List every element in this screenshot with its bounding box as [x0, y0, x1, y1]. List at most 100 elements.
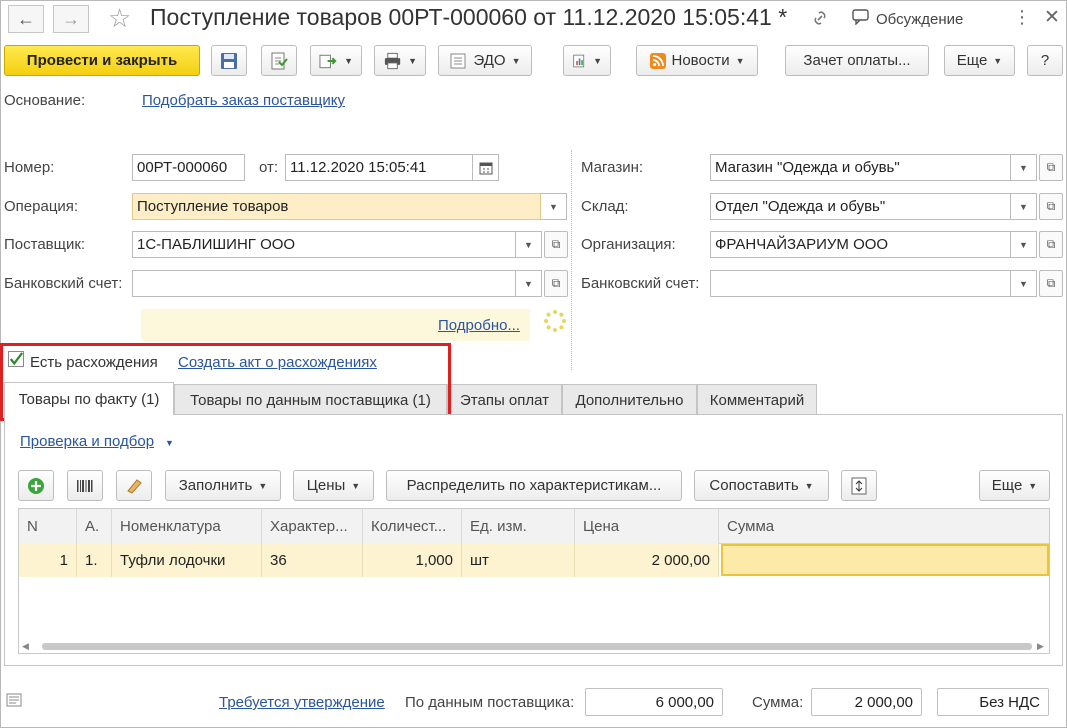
- organization-field[interactable]: ФРАНЧАЙЗАРИУМ ООО: [710, 231, 1011, 258]
- column-header-n[interactable]: N: [19, 509, 77, 544]
- select-supplier-order-link[interactable]: Подобрать заказ поставщику: [142, 92, 345, 109]
- forward-button[interactable]: →: [53, 5, 89, 33]
- cell-sum[interactable]: [721, 544, 1049, 576]
- approval-required-link[interactable]: Требуется утверждение: [219, 694, 385, 711]
- bank-account-open-button[interactable]: ⧉: [544, 270, 568, 297]
- column-header-nomenclature[interactable]: Номенклатура: [112, 509, 262, 544]
- scroll-right-icon[interactable]: ▶: [1037, 641, 1044, 652]
- column-header-characteristic[interactable]: Характер...: [262, 509, 363, 544]
- create-based-on-button[interactable]: ▼: [310, 45, 362, 76]
- post-button[interactable]: [261, 45, 297, 76]
- tab-goods-supplier[interactable]: Товары по данным поставщика (1): [174, 384, 447, 416]
- org-bank-account-dropdown[interactable]: ▼: [1011, 270, 1037, 297]
- distribute-by-characteristics-button[interactable]: Распределить по характеристикам...: [386, 470, 682, 501]
- close-icon[interactable]: ✕: [1044, 6, 1060, 29]
- supplier-dropdown[interactable]: ▼: [516, 231, 542, 258]
- bank-account-dropdown[interactable]: ▼: [516, 270, 542, 297]
- supplier-open-button[interactable]: ⧉: [544, 231, 568, 258]
- supplier-field[interactable]: 1С-ПАБЛИШИНГ ООО: [132, 231, 516, 258]
- calendar-button[interactable]: [473, 154, 499, 181]
- operation-field[interactable]: Поступление товаров: [132, 193, 541, 220]
- favorite-star-icon[interactable]: ☆: [108, 3, 131, 34]
- loading-spinner-icon: [543, 309, 567, 337]
- edo-label: ЭДО: [473, 52, 506, 69]
- sum-total: 2 000,00: [811, 688, 922, 716]
- chevron-down-icon[interactable]: ▼: [165, 438, 174, 448]
- chevron-down-icon: ▼: [804, 480, 814, 491]
- more-menu-icon[interactable]: ⋮: [1013, 7, 1031, 28]
- more-button[interactable]: Еще ▼: [944, 45, 1015, 76]
- org-bank-account-open-button[interactable]: ⧉: [1039, 270, 1063, 297]
- fill-button[interactable]: Заполнить ▼: [165, 470, 281, 501]
- warehouse-field[interactable]: Отдел "Одежда и обувь": [710, 193, 1011, 220]
- warehouse-open-button[interactable]: ⧉: [1039, 193, 1063, 220]
- discussion-label: Обсуждение: [876, 10, 964, 28]
- post-and-close-button[interactable]: Провести и закрыть: [4, 45, 200, 76]
- print-button[interactable]: ▼: [374, 45, 426, 76]
- cell-nomenclature: Туфли лодочки: [112, 543, 262, 577]
- post-document-icon: [271, 52, 288, 69]
- payment-offset-button[interactable]: Зачет оплаты...: [785, 45, 929, 76]
- chevron-down-icon: ▼: [1019, 239, 1028, 250]
- column-header-price[interactable]: Цена: [575, 509, 719, 544]
- report-icon: [573, 54, 585, 67]
- org-bank-account-field[interactable]: [710, 270, 1011, 297]
- discussion-button[interactable]: Обсуждение: [852, 9, 963, 29]
- table-row[interactable]: 1 1. Туфли лодочки 36 1,000 шт 2 000,00: [19, 543, 1049, 577]
- message-list-icon[interactable]: [6, 693, 22, 711]
- column-header-quantity[interactable]: Количест...: [363, 509, 462, 544]
- operation-label: Операция:: [4, 198, 79, 215]
- prices-label: Цены: [306, 477, 346, 494]
- discrepancy-checkbox[interactable]: [8, 351, 24, 367]
- tab-additional[interactable]: Дополнительно: [562, 384, 697, 416]
- goods-more-button[interactable]: Еще ▼: [979, 470, 1050, 501]
- add-row-button[interactable]: [18, 470, 54, 501]
- create-discrepancy-act-link[interactable]: Создать акт о расхождениях: [178, 354, 377, 371]
- store-field[interactable]: Магазин "Одежда и обувь": [710, 154, 1011, 181]
- news-button[interactable]: Новости ▼: [636, 45, 758, 76]
- operation-dropdown[interactable]: ▼: [541, 193, 567, 220]
- reports-button[interactable]: ▼: [563, 45, 611, 76]
- edo-icon: [450, 53, 466, 68]
- column-header-unit[interactable]: Ед. изм.: [462, 509, 575, 544]
- scroll-left-icon[interactable]: ◀: [22, 641, 29, 652]
- chevron-down-icon: ▼: [408, 55, 417, 66]
- link-icon[interactable]: [810, 8, 830, 33]
- column-header-sum[interactable]: Сумма: [719, 509, 1049, 544]
- number-field[interactable]: 00РТ-000060: [132, 154, 245, 181]
- tab-goods-actual[interactable]: Товары по факту (1): [4, 382, 174, 416]
- horizontal-scrollbar-thumb[interactable]: [42, 643, 1032, 650]
- back-button[interactable]: ←: [8, 5, 44, 33]
- chevron-down-icon: ▼: [351, 480, 361, 491]
- column-header-a[interactable]: А.: [77, 509, 112, 544]
- store-dropdown[interactable]: ▼: [1011, 154, 1037, 181]
- save-button[interactable]: [211, 45, 247, 76]
- vat-field[interactable]: Без НДС: [937, 688, 1049, 716]
- tab-comment[interactable]: Комментарий: [697, 384, 817, 416]
- pick-button[interactable]: [116, 470, 152, 501]
- date-label: от:: [259, 159, 279, 176]
- supplier-label: Поставщик:: [4, 236, 86, 253]
- store-open-button[interactable]: ⧉: [1039, 154, 1063, 181]
- help-button[interactable]: ?: [1027, 45, 1063, 76]
- barcode-button[interactable]: [67, 470, 103, 501]
- organization-dropdown[interactable]: ▼: [1011, 231, 1037, 258]
- check-and-select-link[interactable]: Проверка и подбор: [20, 433, 154, 450]
- tab-payment-stages[interactable]: Этапы оплат: [447, 384, 562, 416]
- bank-account-field[interactable]: [132, 270, 516, 297]
- open-window-icon: ⧉: [1046, 237, 1056, 251]
- organization-open-button[interactable]: ⧉: [1039, 231, 1063, 258]
- open-window-icon: ⧉: [551, 276, 561, 290]
- match-button[interactable]: Сопоставить ▼: [694, 470, 829, 501]
- cell-n: 1: [19, 543, 77, 577]
- date-field[interactable]: 11.12.2020 15:05:41: [285, 154, 473, 181]
- store-label: Магазин:: [581, 159, 644, 176]
- edo-button[interactable]: ЭДО ▼: [438, 45, 532, 76]
- details-link[interactable]: Подробно...: [438, 317, 520, 334]
- chevron-down-icon: ▼: [1019, 278, 1028, 289]
- open-window-icon: ⧉: [1046, 276, 1056, 290]
- row-height-button[interactable]: [841, 470, 877, 501]
- warehouse-dropdown[interactable]: ▼: [1011, 193, 1037, 220]
- number-label: Номер:: [4, 159, 55, 176]
- prices-button[interactable]: Цены ▼: [293, 470, 374, 501]
